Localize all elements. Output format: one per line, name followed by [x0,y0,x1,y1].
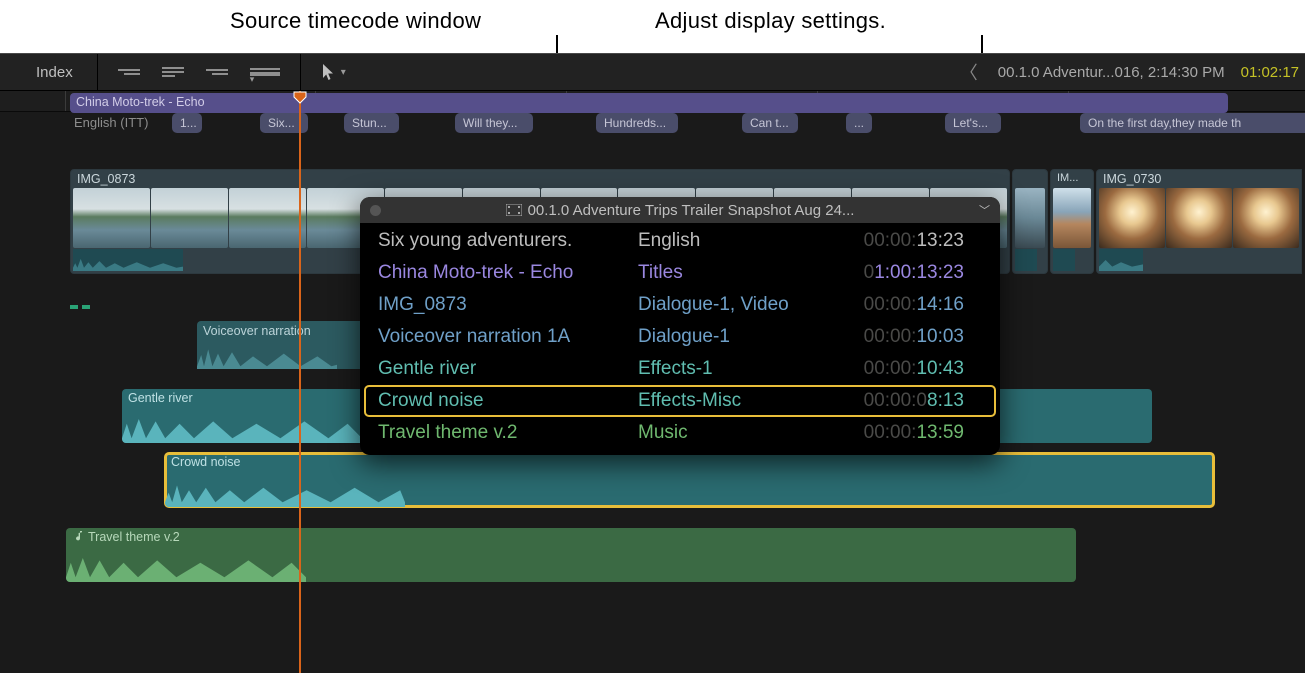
tc-clip-name: Six young adventurers. [378,230,638,252]
caption-clip[interactable]: Six... [260,113,308,133]
overwrite-clip-icon[interactable]: ▾ [250,64,280,80]
caption-clip[interactable]: Hundreds... [596,113,678,133]
video-clip[interactable]: IM... [1050,169,1094,274]
tc-row[interactable]: Gentle riverEffects-100:00:10:43 [364,353,996,385]
tc-timecode: 01:00:13:23 [824,262,964,284]
tc-timecode: 00:00:13:59 [824,422,964,444]
tc-row[interactable]: Crowd noiseEffects-Misc00:00:08:13 [364,385,996,417]
display-settings-button[interactable]: ﹀ [979,202,990,218]
tc-window-body: Six young adventurers.English00:00:13:23… [360,223,1000,455]
music-note-icon [72,530,84,542]
tc-role: Dialogue-1 [638,326,824,348]
edit-marker [82,305,90,309]
tc-role: English [638,230,824,252]
video-clip[interactable]: IMG_0730 [1096,169,1302,274]
title-clip[interactable]: China Moto-trek - Echo [70,93,1228,113]
timeline-toolbar: Index ▾ ▾ 〈 00.1.0 Adventur...016, 2:14:… [0,53,1305,91]
tc-window-titlebar[interactable]: 00.1.0 Adventure Trips Trailer Snapshot … [360,197,1000,223]
insert-tools-group: ▾ [98,64,300,80]
master-timecode[interactable]: 01:02:17 [1241,64,1299,81]
tc-clip-name: Voiceover narration 1A [378,326,638,348]
caption-lane: English (ITT) 1... Six... Stun... Will t… [0,112,1305,137]
tc-row[interactable]: Six young adventurers.English00:00:13:23 [364,225,996,257]
caption-language-label: English (ITT) [74,115,148,130]
tc-role: Effects-1 [638,358,824,380]
film-icon [506,204,522,216]
music-clip-travel-theme[interactable]: Travel theme v.2 [66,528,1076,582]
caption-clip[interactable]: 1... [172,113,202,133]
edit-marker [70,305,78,309]
tc-row[interactable]: IMG_0873Dialogue-1, Video00:00:14:16 [364,289,996,321]
caption-clip[interactable]: Stun... [344,113,399,133]
audio-clip-crowd-noise[interactable]: Crowd noise [165,453,1214,507]
caption-clip[interactable]: Will they... [455,113,533,133]
audio-waveform [197,341,337,369]
caption-clip[interactable]: ... [846,113,872,133]
audio-waveform [165,471,405,507]
tc-clip-name: Crowd noise [378,390,638,412]
annotation-display-settings: Adjust display settings. [655,8,886,34]
index-button[interactable]: Index [0,54,97,90]
tc-clip-name: Gentle river [378,358,638,380]
tool-select-menu[interactable]: ▾ [321,63,346,81]
audio-waveform [122,407,362,443]
audio-waveform [73,249,183,271]
video-clip[interactable] [1012,169,1048,274]
tc-row[interactable]: China Moto-trek - EchoTitles01:00:13:23 [364,257,996,289]
caption-clip[interactable]: Let's... [945,113,1001,133]
annotation-source-tc: Source timecode window [230,8,481,34]
insert-clip-icon[interactable] [162,64,184,80]
close-button[interactable] [370,205,381,216]
tc-role: Titles [638,262,824,284]
tc-clip-name: IMG_0873 [378,294,638,316]
tc-timecode: 00:00:14:16 [824,294,964,316]
tc-row[interactable]: Voiceover narration 1ADialogue-100:00:10… [364,321,996,353]
tc-role: Music [638,422,824,444]
caption-clip[interactable]: On the first day,they made th [1080,113,1305,133]
tc-role: Dialogue-1, Video [638,294,824,316]
tc-role: Effects-Misc [638,390,824,412]
timeline-window: Index ▾ ▾ 〈 00.1.0 Adventur...016, 2:14:… [0,53,1305,673]
tc-row[interactable]: Travel theme v.2Music00:00:13:59 [364,417,996,449]
timeline-back-button[interactable]: 〈 [960,59,982,85]
pointer-icon [321,63,335,81]
audio-waveform [66,546,306,582]
tc-timecode: 00:00:13:23 [824,230,964,252]
project-title[interactable]: 00.1.0 Adventur...016, 2:14:30 PM [998,64,1225,81]
tc-clip-name: Travel theme v.2 [378,422,638,444]
tc-timecode: 00:00:10:43 [824,358,964,380]
caption-clip[interactable]: Can t... [742,113,798,133]
tc-timecode: 00:00:10:03 [824,326,964,348]
connect-clip-icon[interactable] [118,64,140,80]
annotation-area: Source timecode window Adjust display se… [0,0,1305,53]
source-timecode-window[interactable]: 00.1.0 Adventure Trips Trailer Snapshot … [360,197,1000,455]
tc-clip-name: China Moto-trek - Echo [378,262,638,284]
tc-timecode: 00:00:08:13 [824,390,964,412]
append-clip-icon[interactable] [206,64,228,80]
